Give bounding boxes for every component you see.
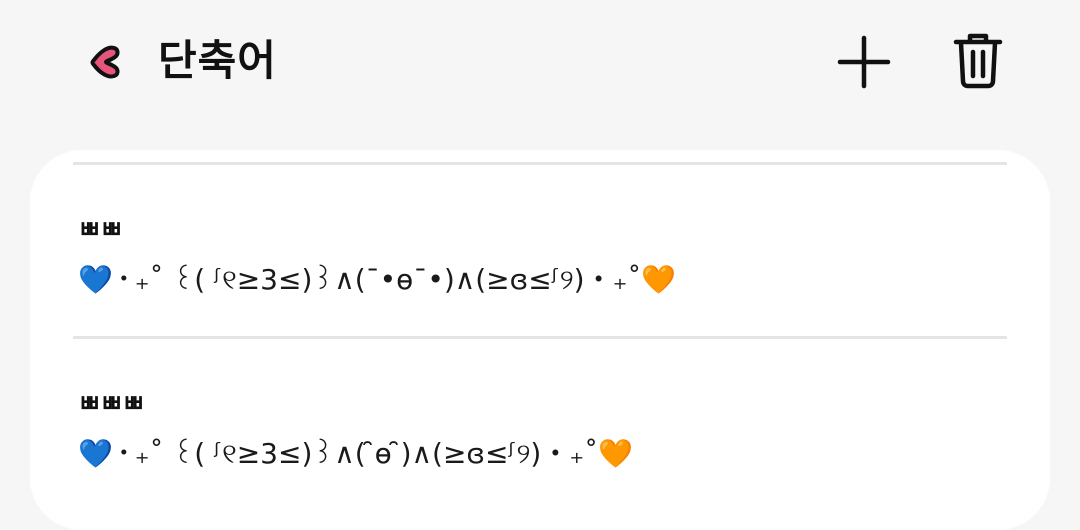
- page-title: 단축어: [158, 36, 277, 85]
- app-bar: 단축어: [0, 0, 1080, 125]
- divider: [73, 336, 1007, 339]
- shortcut-keyword: ㅃㅃㅃ: [78, 389, 145, 418]
- shortcut-list-card: ㅃㅃ 💙・₊˚ ꒰( ᶴ୧≥3≤)꒱∧(¯•ɵ¯•)∧(≥ɞ≤ᶴ୨)・₊˚🧡 ㅃ…: [30, 150, 1050, 530]
- list-item[interactable]: ㅃㅃㅃ 💙・₊˚ ꒰( ᶴ୧≥3≤)꒱∧( ̑ɵ ̑)∧(≥ɞ≤ᶴ୨)・₊˚🧡: [78, 386, 1008, 474]
- back-button[interactable]: [76, 34, 132, 90]
- delete-button[interactable]: [946, 28, 1010, 92]
- list-item[interactable]: ㅃㅃ 💙・₊˚ ꒰( ᶴ୧≥3≤)꒱∧(¯•ɵ¯•)∧(≥ɞ≤ᶴ୨)・₊˚🧡: [78, 212, 1008, 300]
- shortcut-phrase: 💙・₊˚ ꒰( ᶴ୧≥3≤)꒱∧(¯•ɵ¯•)∧(≥ɞ≤ᶴ୨)・₊˚🧡: [78, 263, 677, 296]
- add-button[interactable]: [832, 30, 896, 94]
- heart-back-icon: [90, 45, 120, 79]
- plus-icon: [837, 35, 891, 89]
- trash-icon: [953, 33, 1003, 89]
- shortcut-phrase: 💙・₊˚ ꒰( ᶴ୧≥3≤)꒱∧( ̑ɵ ̑)∧(≥ɞ≤ᶴ୨)・₊˚🧡: [78, 437, 633, 470]
- shortcut-keyword: ㅃㅃ: [78, 215, 123, 244]
- divider: [73, 162, 1007, 165]
